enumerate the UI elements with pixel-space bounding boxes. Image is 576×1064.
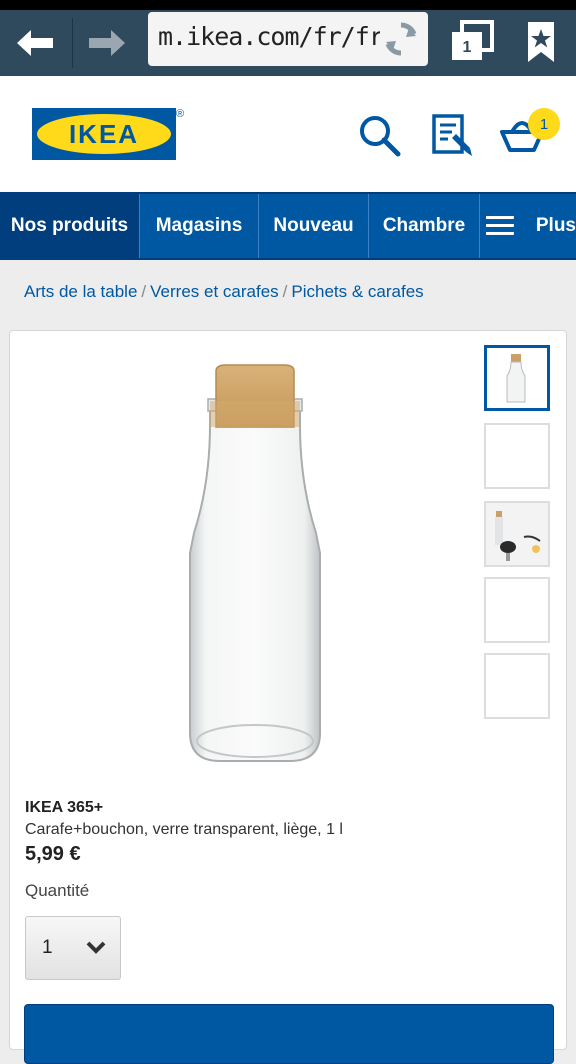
- site-header: IKEA ®: [0, 76, 576, 192]
- quantity-value: 1: [42, 937, 53, 958]
- nav-item-nos-produits[interactable]: Nos produits: [0, 194, 139, 258]
- product-price: 5,99 €: [25, 843, 81, 865]
- status-bar: [0, 0, 576, 10]
- breadcrumb-link[interactable]: Pichets & carafes: [291, 282, 423, 301]
- breadcrumb-link[interactable]: Verres et carafes: [150, 282, 279, 301]
- bookmark-button[interactable]: [516, 18, 566, 68]
- forward-button[interactable]: [72, 10, 142, 76]
- url-text[interactable]: m.ikea.com/fr/fr: [158, 22, 380, 51]
- shopping-list-icon[interactable]: [430, 112, 476, 158]
- thumbnail-carafe-image: [506, 354, 526, 403]
- search-icon[interactable]: [356, 112, 402, 158]
- logo-text: IKEA: [68, 118, 140, 149]
- forward-arrow-icon: [89, 30, 125, 56]
- reload-icon[interactable]: [382, 20, 420, 58]
- quantity-label: Quantité: [25, 881, 90, 900]
- breadcrumb-separator: /: [282, 282, 288, 301]
- thumbnail-1[interactable]: [484, 345, 550, 411]
- back-button[interactable]: [0, 10, 70, 76]
- product-name: IKEA 365+: [25, 799, 104, 816]
- registered-mark: ®: [176, 108, 185, 120]
- browser-toolbar: m.ikea.com/fr/fr 1: [0, 10, 576, 76]
- nav-item-plus[interactable]: Plus: [480, 194, 576, 258]
- thumbnail-table-image: [486, 503, 548, 565]
- tabs-button[interactable]: 1: [448, 20, 498, 66]
- thumbnail-4[interactable]: [484, 577, 550, 643]
- ikea-logo[interactable]: IKEA: [32, 108, 176, 160]
- breadcrumb: Arts de la table / Verres et carafes / Piche…: [24, 282, 424, 302]
- nav-item-magasins[interactable]: Magasins: [140, 194, 258, 258]
- tab-count: 1: [462, 39, 472, 56]
- product-description: Carafe+bouchon, verre transparent, liège…: [25, 821, 343, 838]
- nav-item-plus-label: Plus: [535, 215, 576, 236]
- quantity-select[interactable]: 1: [25, 916, 121, 980]
- thumbnail-3[interactable]: [484, 501, 550, 567]
- cart-count-badge: 1: [528, 108, 560, 140]
- breadcrumb-separator: /: [141, 282, 147, 301]
- thumbnail-2[interactable]: [484, 423, 550, 489]
- nav-item-chambre[interactable]: Chambre: [369, 194, 479, 258]
- breadcrumb-link[interactable]: Arts de la table: [24, 282, 137, 301]
- nav-item-nouveau[interactable]: Nouveau: [259, 194, 368, 258]
- add-to-cart-button[interactable]: [24, 1004, 554, 1064]
- product-image[interactable]: [180, 363, 330, 763]
- chevron-down-icon: [86, 941, 106, 954]
- product-card: IKEA 365+ Carafe+bouchon, verre transpar…: [9, 330, 567, 1064]
- thumbnail-5[interactable]: [484, 653, 550, 719]
- bookmark-star-icon: [528, 22, 554, 62]
- address-bar[interactable]: m.ikea.com/fr/fr: [148, 12, 428, 66]
- back-arrow-icon: [17, 30, 53, 56]
- hamburger-menu-icon: [486, 216, 514, 235]
- main-nav: Nos produits Magasins Nouveau Chambre Pl…: [0, 192, 576, 260]
- logo-oval: IKEA: [37, 114, 171, 154]
